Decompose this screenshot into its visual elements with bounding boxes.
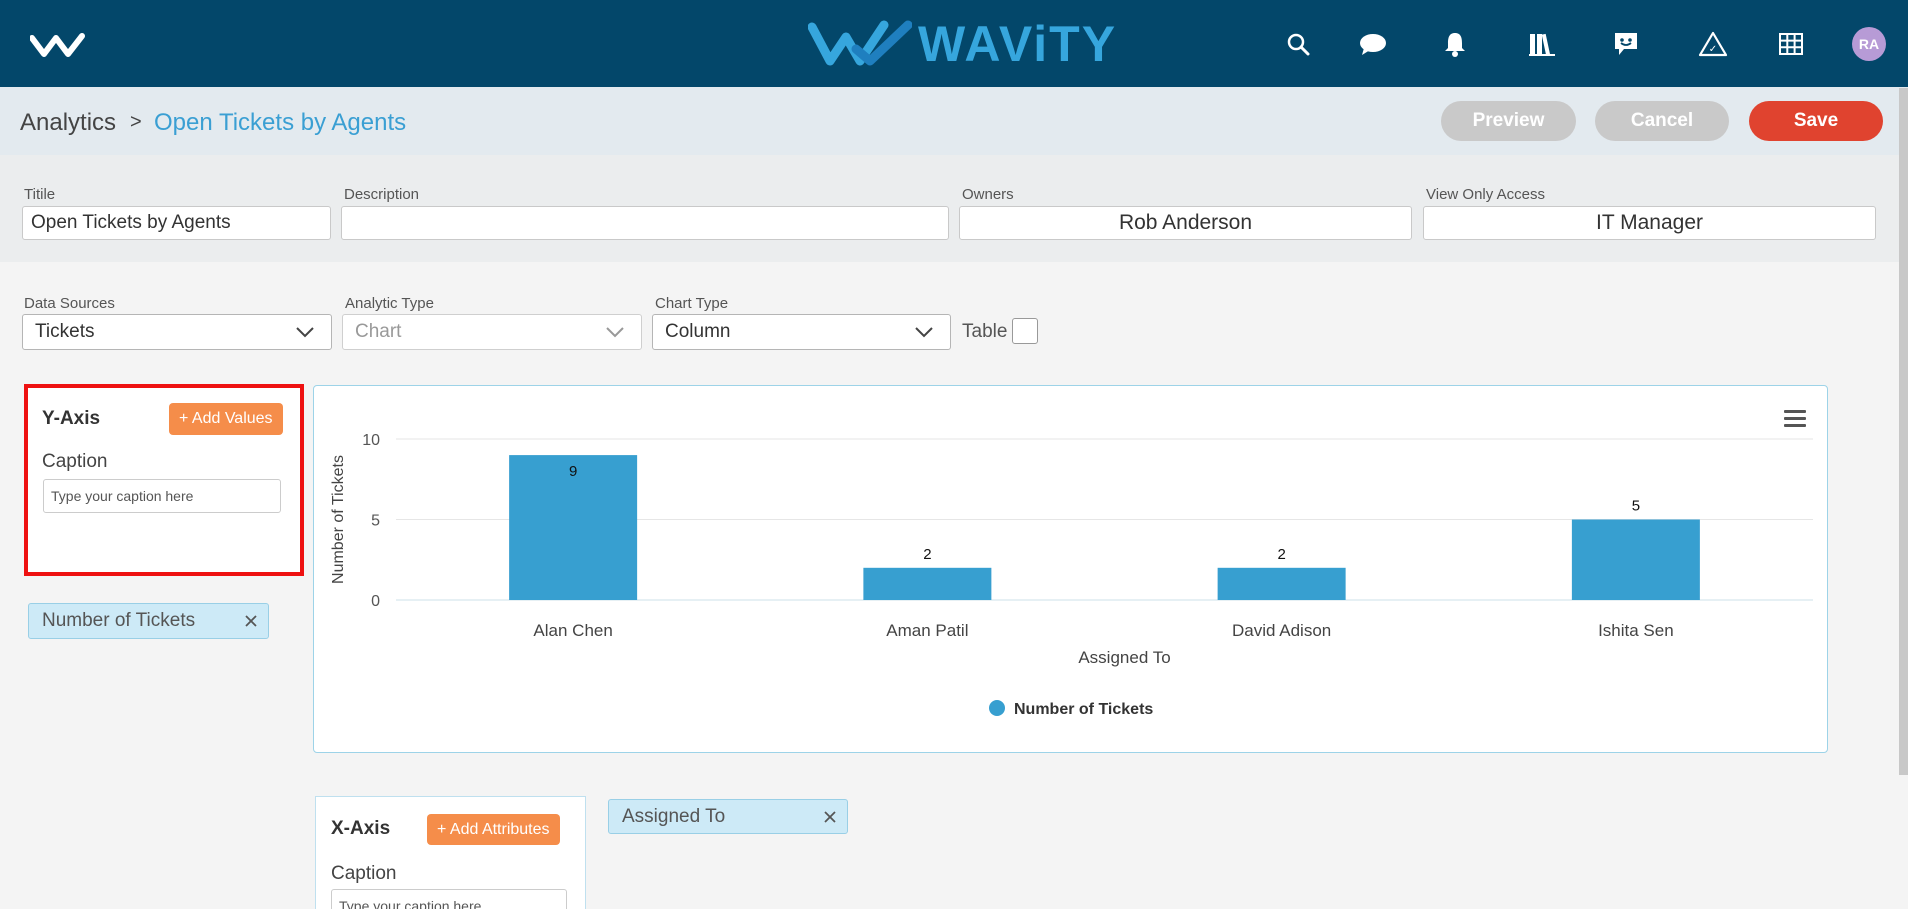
chevron-down-icon [915, 327, 933, 338]
owners-label: Owners [962, 186, 1014, 203]
data-sources-select[interactable]: Tickets [22, 314, 332, 350]
legend-marker [989, 700, 1005, 716]
y-axis-title: Number of Tickets [330, 455, 347, 584]
view-only-access-label: View Only Access [1426, 186, 1545, 203]
add-values-button[interactable]: + Add Values [169, 403, 283, 435]
table-checkbox[interactable] [1012, 318, 1038, 344]
library-icon[interactable] [1524, 26, 1560, 62]
y-axis-chip-label: Number of Tickets [42, 610, 196, 631]
breadcrumb-current: Open Tickets by Agents [154, 109, 407, 136]
data-label: 5 [1632, 498, 1640, 515]
column-chart: 0 5 10 9 Alan Chen 2 Aman Patil 2 David Adison 5 I… [330, 432, 1813, 718]
feedback-icon[interactable] [1608, 26, 1644, 62]
search-icon[interactable] [1280, 26, 1316, 62]
add-attributes-button[interactable]: + Add Attributes [427, 814, 560, 845]
chart-type-value: Column [665, 321, 731, 342]
close-icon[interactable] [244, 614, 258, 628]
chevron-down-icon [606, 327, 624, 338]
x-axis-panel: X-Axis + Add Attributes Caption [315, 796, 586, 909]
x-tick-label: Alan Chen [533, 621, 612, 640]
x-tick-label: Ishita Sen [1598, 621, 1674, 640]
x-axis-caption-input[interactable] [331, 889, 567, 909]
bar [1217, 567, 1346, 600]
bell-icon[interactable] [1437, 26, 1473, 62]
chart-type-select[interactable]: Column [652, 314, 951, 350]
bar [863, 567, 992, 600]
save-button[interactable]: Save [1749, 101, 1883, 141]
brand-logo[interactable]: WAViTY [808, 16, 1117, 72]
y-tick-label: 10 [362, 432, 380, 449]
description-input[interactable] [341, 206, 949, 240]
brand-logo-mark-icon [808, 20, 912, 66]
bar [1571, 519, 1700, 600]
analytic-type-select: Chart [342, 314, 642, 350]
x-axis-chip-label: Assigned To [622, 805, 726, 827]
cancel-button[interactable]: Cancel [1595, 101, 1729, 141]
chart-type-label: Chart Type [655, 295, 729, 312]
top-navigation-bar: WAViTY ✓ RA [0, 0, 1908, 87]
y-axis-caption-label: Caption [42, 451, 108, 472]
x-axis-attribute-chip: Assigned To [608, 799, 848, 834]
y-axis-caption-input[interactable] [43, 479, 281, 513]
data-sources-value: Tickets [35, 321, 95, 342]
page-scrollbar[interactable] [1899, 88, 1908, 775]
brand-name: WAViTY [918, 16, 1118, 72]
close-icon[interactable] [823, 810, 837, 824]
wavity-home-icon[interactable] [30, 30, 86, 58]
y-axis-title: Y-Axis [42, 408, 101, 429]
data-sources-label: Data Sources [24, 295, 115, 312]
analytic-type-value: Chart [355, 321, 402, 342]
x-axis-title: X-Axis [331, 818, 391, 839]
legend-label: Number of Tickets [1014, 701, 1153, 718]
grid-icon[interactable] [1773, 26, 1809, 62]
data-label: 2 [923, 546, 931, 563]
breadcrumb-separator: > [130, 111, 142, 133]
x-tick-label: Aman Patil [886, 621, 968, 640]
description-label: Description [344, 186, 420, 203]
x-axis-title: Assigned To [1078, 648, 1170, 667]
chevron-down-icon [296, 327, 314, 338]
x-tick-label: David Adison [1232, 621, 1331, 640]
owners-input[interactable]: Rob Anderson [959, 206, 1412, 240]
analytic-type-label: Analytic Type [345, 295, 434, 312]
y-tick-label: 0 [371, 593, 380, 610]
svg-text:✓: ✓ [1709, 44, 1717, 55]
y-tick-label: 5 [371, 513, 380, 530]
breadcrumb-bar: Analytics > Open Tickets by Agents Previ… [0, 87, 1908, 155]
table-label: Table [962, 321, 1008, 342]
title-input[interactable]: Open Tickets by Agents [22, 206, 331, 240]
preview-button[interactable]: Preview [1441, 101, 1576, 141]
y-axis-value-chip: Number of Tickets [28, 603, 269, 639]
title-label: Titile [24, 186, 56, 203]
view-only-access-input[interactable]: IT Manager [1423, 206, 1876, 240]
breadcrumb-root[interactable]: Analytics [20, 109, 116, 137]
x-axis-caption-label: Caption [331, 863, 397, 884]
alert-icon[interactable]: ✓ [1695, 26, 1731, 62]
chat-icon[interactable] [1355, 26, 1391, 62]
data-label: 2 [1277, 546, 1285, 563]
data-label: 9 [569, 463, 577, 480]
y-axis-panel: Y-Axis + Add Values Caption [24, 384, 304, 576]
user-avatar[interactable]: RA [1852, 27, 1886, 61]
